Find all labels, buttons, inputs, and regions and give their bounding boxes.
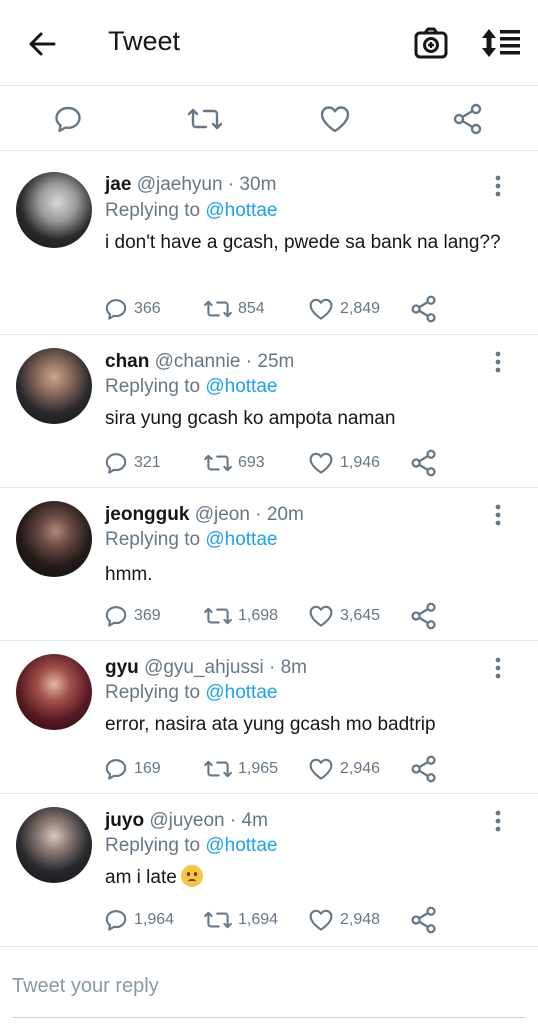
top-bar: Tweet <box>0 0 538 86</box>
reply-count[interactable]: 321 <box>104 449 161 477</box>
user-handle[interactable]: @jeon <box>195 504 250 525</box>
page-title: Tweet <box>108 26 181 56</box>
tweet-stats: 1,964 1,694 2,948 <box>104 906 524 934</box>
tweet-text: i don't have a gcash, pwede sa bank na l… <box>105 232 501 253</box>
replying-to-link[interactable]: @hottae <box>205 200 277 221</box>
retweet-count[interactable]: 1,965 <box>204 755 278 783</box>
arrow-left-icon[interactable] <box>24 26 60 62</box>
retweet-icon <box>204 760 232 778</box>
tweet-stats: 321 693 1,946 <box>104 449 524 477</box>
confused-face-emoji <box>180 865 203 887</box>
more-options-icon[interactable] <box>484 654 512 682</box>
camera-icon[interactable] <box>412 24 450 62</box>
avatar[interactable] <box>16 172 92 248</box>
heart-icon <box>309 758 333 780</box>
tweet-item[interactable]: jae @jaehyun · 30m Replying to @hottae i… <box>0 152 538 335</box>
replying-to-label: Replying to <box>105 835 201 856</box>
replying-to-label: Replying to <box>105 376 201 397</box>
like-count[interactable]: 2,849 <box>308 295 380 323</box>
retweet-icon <box>204 911 232 929</box>
more-options-icon[interactable] <box>484 172 512 200</box>
more-options-icon[interactable] <box>484 348 512 376</box>
share-icon[interactable] <box>410 602 438 630</box>
tweet-item[interactable]: juyo @juyeon · 4m Replying to @hottae am… <box>0 795 538 947</box>
reply-count[interactable]: 366 <box>104 295 161 323</box>
reply-composer <box>0 950 538 1024</box>
user-handle[interactable]: @gyu_ahjussi <box>144 657 264 678</box>
tweet-text: hmm. <box>105 564 153 585</box>
reply-underline <box>12 1017 526 1018</box>
retweet-count[interactable]: 854 <box>204 295 265 323</box>
share-icon[interactable] <box>448 99 488 139</box>
reply-icon <box>105 453 127 474</box>
replying-to-label: Replying to <box>105 529 201 550</box>
reply-icon[interactable] <box>48 99 88 139</box>
reply-icon <box>105 299 127 320</box>
tweet-time: · 30m <box>227 174 277 195</box>
replying-to-label: Replying to <box>105 200 201 221</box>
reply-icon <box>105 759 127 780</box>
retweet-count[interactable]: 1,694 <box>204 906 278 934</box>
like-count[interactable]: 1,946 <box>308 449 380 477</box>
tweet-text: sira yung gcash ko ampota naman <box>105 408 396 429</box>
replying-to-link[interactable]: @hottae <box>205 682 277 703</box>
like-count[interactable]: 3,645 <box>308 602 380 630</box>
share-icon[interactable] <box>410 295 438 323</box>
heart-icon <box>309 605 333 627</box>
heart-icon <box>309 298 333 320</box>
replying-to-link[interactable]: @hottae <box>205 835 277 856</box>
like-count[interactable]: 2,948 <box>308 906 380 934</box>
share-icon[interactable] <box>410 755 438 783</box>
tweet-time: · 20m <box>255 504 304 525</box>
avatar[interactable] <box>16 654 92 730</box>
reply-icon <box>105 606 127 627</box>
replying-to-link[interactable]: @hottae <box>205 376 277 397</box>
retweet-count[interactable]: 693 <box>204 449 265 477</box>
user-name[interactable]: jeongguk <box>105 504 189 525</box>
user-name[interactable]: gyu <box>105 657 139 678</box>
tweet-text: am i late <box>105 867 177 888</box>
tweet-stats: 169 1,965 2,946 <box>104 755 524 783</box>
tweet-time: · 4m <box>229 810 268 831</box>
like-count[interactable]: 2,946 <box>308 755 380 783</box>
reply-count[interactable]: 369 <box>104 602 161 630</box>
user-name[interactable]: chan <box>105 351 149 372</box>
share-icon[interactable] <box>410 906 438 934</box>
tweet-stats: 369 1,698 3,645 <box>104 602 524 630</box>
tweet-item[interactable]: gyu @gyu_ahjussi · 8m Replying to @hotta… <box>0 642 538 794</box>
user-name[interactable]: juyo <box>105 810 144 831</box>
replying-to-link[interactable]: @hottae <box>205 529 277 550</box>
user-handle[interactable]: @jaehyun <box>137 174 223 195</box>
tweet-time: · 8m <box>268 657 307 678</box>
avatar[interactable] <box>16 348 92 424</box>
retweet-icon <box>204 454 232 472</box>
user-handle[interactable]: @channie <box>155 351 241 372</box>
user-handle[interactable]: @juyeon <box>149 810 224 831</box>
retweet-icon[interactable] <box>185 99 225 139</box>
more-options-icon[interactable] <box>484 807 512 835</box>
heart-icon <box>309 909 333 931</box>
retweet-icon <box>204 607 232 625</box>
tweet-text: error, nasira ata yung gcash mo badtrip <box>105 714 436 735</box>
sort-icon[interactable] <box>480 24 524 62</box>
avatar[interactable] <box>16 807 92 883</box>
avatar[interactable] <box>16 501 92 577</box>
replying-to-label: Replying to <box>105 682 201 703</box>
retweet-count[interactable]: 1,698 <box>204 602 278 630</box>
tweet-action-bar <box>0 87 538 151</box>
reply-input[interactable] <box>12 968 526 1004</box>
more-options-icon[interactable] <box>484 501 512 529</box>
tweet-stats: 366 854 2,849 <box>104 295 524 323</box>
tweet-item[interactable]: chan @channie · 25m Replying to @hottae … <box>0 336 538 488</box>
tweet-time: · 25m <box>245 351 295 372</box>
heart-icon[interactable] <box>315 99 355 139</box>
retweet-icon <box>204 300 232 318</box>
tweet-item[interactable]: jeongguk @jeon · 20m Replying to @hottae… <box>0 489 538 641</box>
share-icon[interactable] <box>410 449 438 477</box>
reply-icon <box>105 910 127 931</box>
user-name[interactable]: jae <box>105 174 131 195</box>
reply-count[interactable]: 169 <box>104 755 161 783</box>
heart-icon <box>309 452 333 474</box>
reply-count[interactable]: 1,964 <box>104 906 174 934</box>
